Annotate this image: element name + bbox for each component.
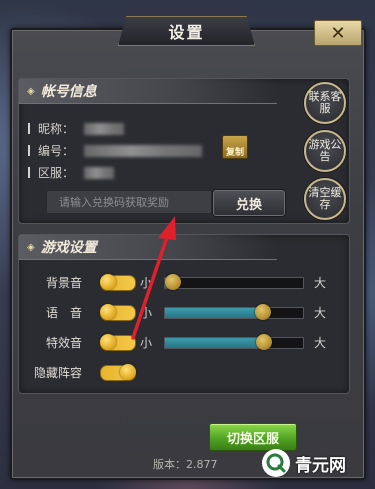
- annotation-arrow-icon: [131, 216, 176, 340]
